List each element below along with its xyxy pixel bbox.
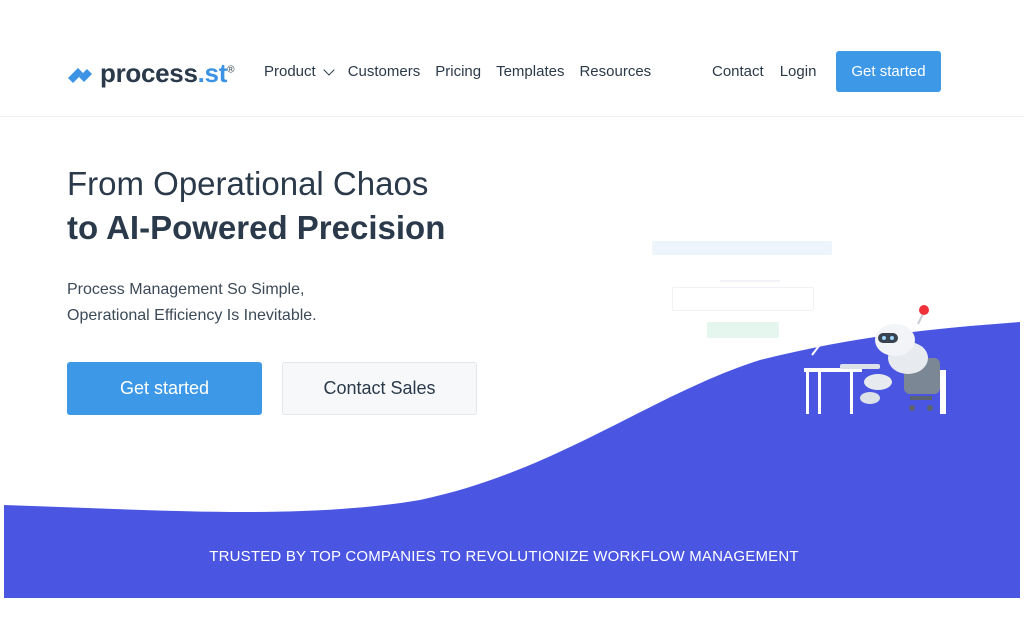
nav-item-product[interactable]: Product	[264, 63, 335, 80]
nav-item-label: Templates	[496, 63, 565, 80]
hero-title-line1: From Operational Chaos	[67, 165, 429, 202]
site-header: process.st® Product Customers Pricing Te…	[0, 0, 1024, 117]
contact-sales-button[interactable]: Contact Sales	[282, 362, 477, 415]
nav-item-customers[interactable]: Customers	[348, 63, 421, 80]
ghost-button	[707, 322, 779, 338]
hero-subtitle: Process Management So Simple, Operationa…	[67, 277, 317, 329]
brand-name-dot: .st	[197, 58, 228, 88]
hero-title-line2: to AI-Powered Precision	[67, 209, 446, 246]
nav-item-label: Customers	[347, 63, 421, 80]
nav-item-pricing[interactable]: Pricing	[435, 63, 481, 80]
main-nav: Product Customers Pricing Templates Reso…	[264, 63, 666, 80]
ghost-input	[672, 287, 814, 311]
nav-item-label: Resources	[579, 63, 652, 80]
header-get-started-button[interactable]: Get started	[836, 51, 941, 92]
hero-get-started-button[interactable]: Get started	[67, 362, 262, 415]
header-right-links: Contact Login	[712, 63, 832, 80]
nav-item-label: Product	[264, 63, 316, 80]
hero-subtitle-line1: Process Management So Simple,	[67, 281, 305, 298]
login-link[interactable]: Login	[780, 63, 817, 80]
trusted-by-banner: TRUSTED BY TOP COMPANIES TO REVOLUTIONIZ…	[209, 548, 799, 565]
nav-item-templates[interactable]: Templates	[496, 63, 564, 80]
ghost-text-line	[720, 280, 780, 282]
hero-subtitle-line2: Operational Efficiency Is Inevitable.	[67, 307, 317, 324]
brand-trademark: ®	[227, 64, 235, 76]
brand-name-main: process	[100, 58, 198, 88]
brand-wordmark: process.st®	[100, 58, 234, 89]
brand-logo[interactable]: process.st®	[66, 58, 234, 89]
process-st-logo-mark-icon	[68, 67, 92, 83]
nav-item-resources[interactable]: Resources	[579, 63, 651, 80]
chevron-down-icon	[323, 63, 335, 76]
contact-link[interactable]: Contact	[712, 63, 764, 80]
hero-title: From Operational Chaos to AI-Powered Pre…	[67, 162, 445, 250]
page: process.st® Product Customers Pricing Te…	[0, 0, 1024, 634]
ghost-window-bar	[652, 241, 832, 255]
robot-at-desk-illustration	[804, 305, 946, 414]
nav-item-label: Pricing	[435, 63, 482, 80]
